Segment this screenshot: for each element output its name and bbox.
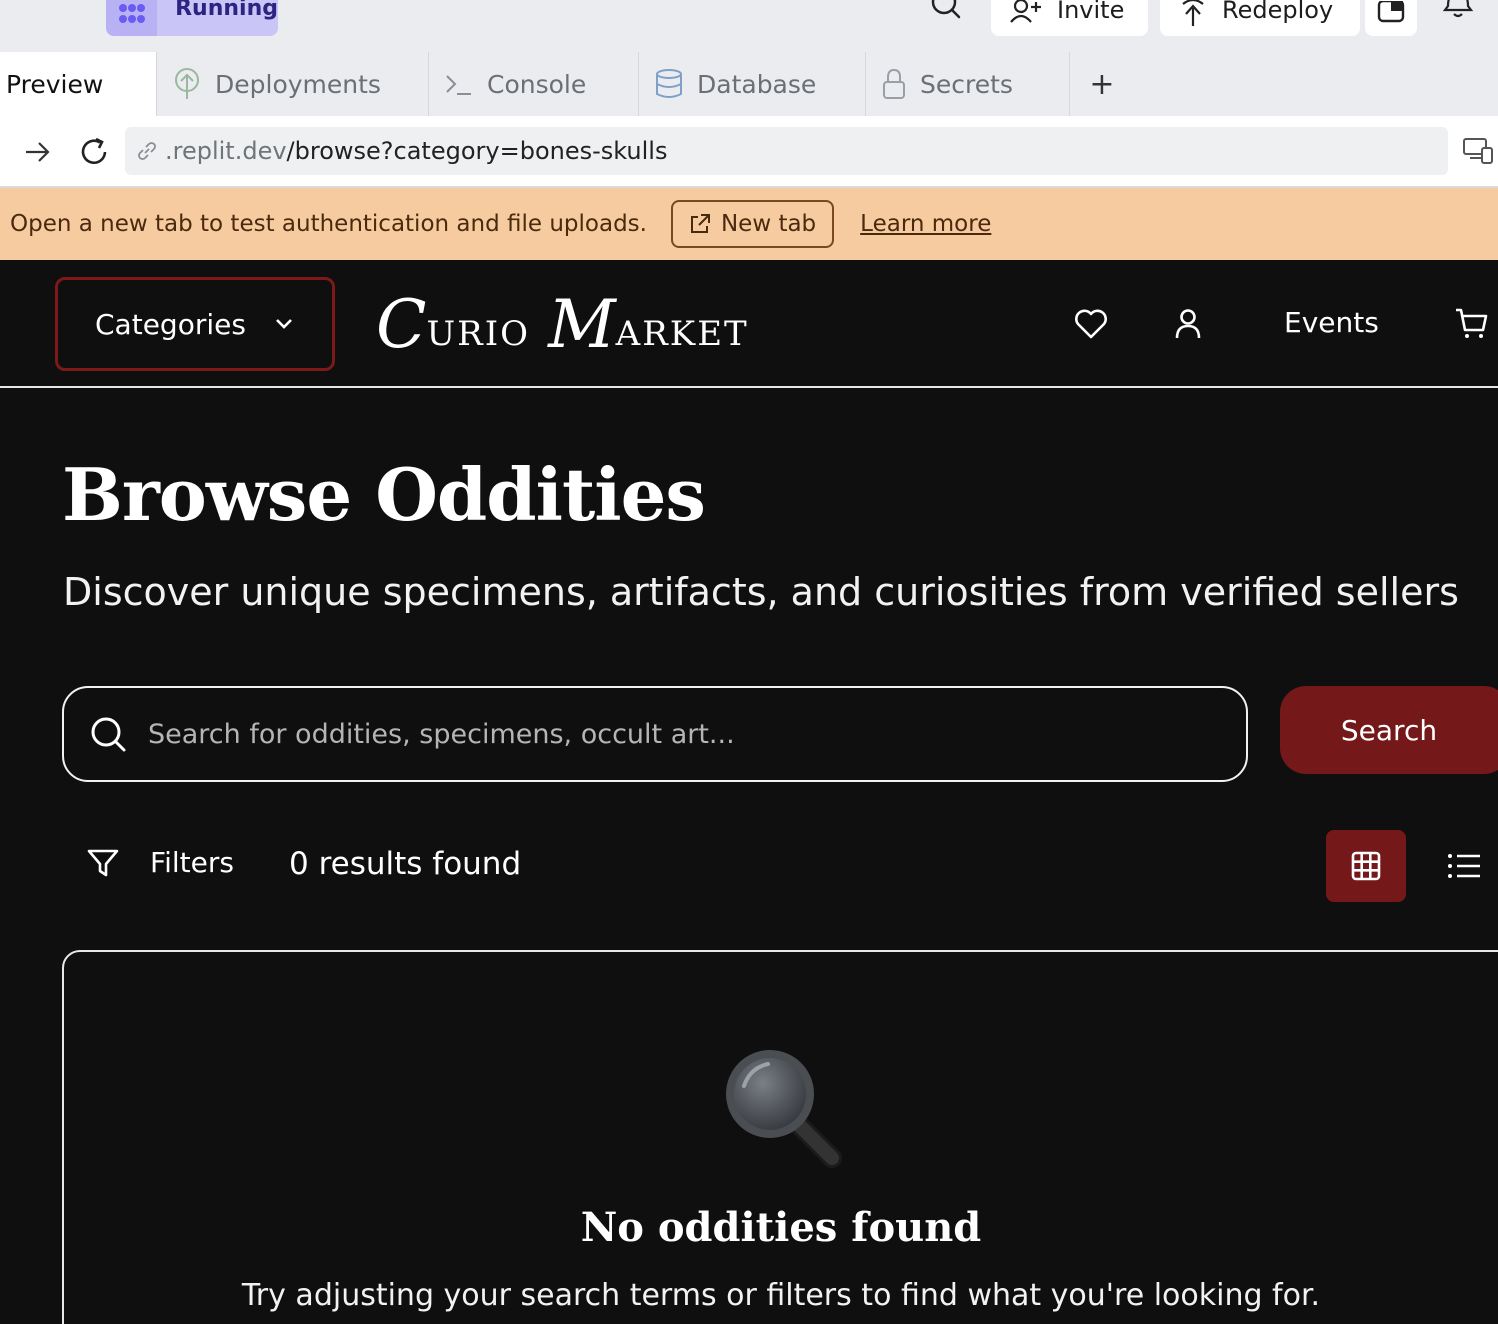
categories-label: Categories (95, 307, 246, 341)
lock-icon (883, 69, 905, 99)
tab-label: Deployments (215, 69, 381, 99)
tab-label: Secrets (920, 69, 1013, 99)
dev-banner: Open a new tab to test authentication an… (0, 188, 1498, 260)
link-icon (138, 142, 156, 160)
terminal-icon (446, 75, 471, 95)
brand-word: ARKET (615, 314, 749, 354)
new-tab-label: New tab (720, 211, 817, 237)
search-bar (62, 686, 1248, 782)
run-status-label: Running (175, 0, 278, 21)
search-icon[interactable] (928, 0, 964, 28)
devices-icon[interactable] (1462, 136, 1494, 166)
page-title: Browse Oddities (62, 452, 706, 537)
reload-icon[interactable] (78, 136, 110, 168)
url-host: .replit.dev (165, 137, 287, 165)
bell-icon[interactable] (1440, 0, 1476, 20)
results-count: 0 results found (289, 846, 522, 882)
banner-message: Open a new tab to test authentication an… (10, 211, 647, 237)
filters-label: Filters (150, 846, 234, 879)
address-bar: .replit.dev/browse?category=bones-skulls (0, 116, 1498, 188)
events-link[interactable]: Events (1284, 306, 1379, 339)
brand-initial: C (376, 286, 427, 363)
deploy-icon (1182, 0, 1204, 26)
url-field[interactable]: .replit.dev/browse?category=bones-skulls (125, 127, 1448, 175)
invite-label: Invite (1057, 0, 1125, 24)
new-tab-button[interactable]: + (1070, 52, 1134, 116)
chevron-down-icon (276, 319, 292, 329)
deployments-icon (175, 68, 199, 99)
workspace-tabs: Preview Deployments Console Database Sec… (0, 52, 1498, 116)
run-status-button[interactable]: Running (106, 0, 278, 36)
tab-label: Database (697, 69, 817, 99)
search-icon (91, 717, 126, 752)
brand-initial: M (548, 286, 616, 363)
plus-icon: + (1089, 66, 1115, 102)
tab-deployments[interactable]: Deployments (157, 52, 429, 116)
site-logo[interactable]: C URIO M ARKET (376, 278, 767, 358)
redeploy-label: Redeploy (1222, 0, 1334, 24)
empty-state-text: Try adjusting your search terms or filte… (241, 1278, 1321, 1313)
empty-state-title: No oddities found (580, 1204, 982, 1251)
redeploy-button[interactable]: Redeploy (1160, 0, 1360, 36)
search-input[interactable] (148, 718, 1208, 750)
tab-database[interactable]: Database (639, 52, 866, 116)
tab-preview[interactable]: Preview (0, 52, 157, 116)
replit-logo-icon (106, 0, 158, 36)
cart-icon[interactable] (1454, 306, 1490, 342)
magnifying-glass-icon (726, 1050, 842, 1168)
new-tab-button[interactable]: New tab (670, 200, 835, 248)
heart-icon[interactable] (1073, 306, 1109, 342)
grid-icon (1351, 851, 1381, 881)
user-icon[interactable] (1170, 306, 1206, 342)
search-button[interactable]: Search (1280, 686, 1498, 774)
tab-secrets[interactable]: Secrets (866, 52, 1070, 116)
list-view-icon[interactable] (1444, 848, 1484, 884)
panel-icon (1377, 1, 1405, 23)
categories-dropdown[interactable]: Categories (55, 277, 335, 371)
database-icon (656, 69, 682, 98)
tab-label: Console (487, 69, 587, 99)
workspace-topbar: Running Invite Redeploy (0, 0, 1498, 52)
page-subtitle: Discover unique specimens, artifacts, an… (63, 570, 1459, 614)
learn-more-link[interactable]: Learn more (860, 211, 991, 237)
panel-toggle-button[interactable] (1365, 0, 1417, 36)
invite-button[interactable]: Invite (991, 0, 1148, 36)
filters-button[interactable]: Filters (86, 846, 234, 879)
url-path: /browse?category=bones-skulls (286, 137, 668, 165)
filter-icon (87, 849, 119, 876)
tab-label: Preview (6, 69, 104, 99)
brand-word: URIO (426, 314, 531, 354)
external-link-icon (690, 214, 710, 233)
site-header: Categories C URIO M ARKET Events (0, 260, 1498, 388)
add-user-icon (1010, 0, 1041, 23)
tab-console[interactable]: Console (429, 52, 639, 116)
forward-icon[interactable] (22, 136, 54, 168)
grid-view-button[interactable] (1326, 830, 1406, 902)
